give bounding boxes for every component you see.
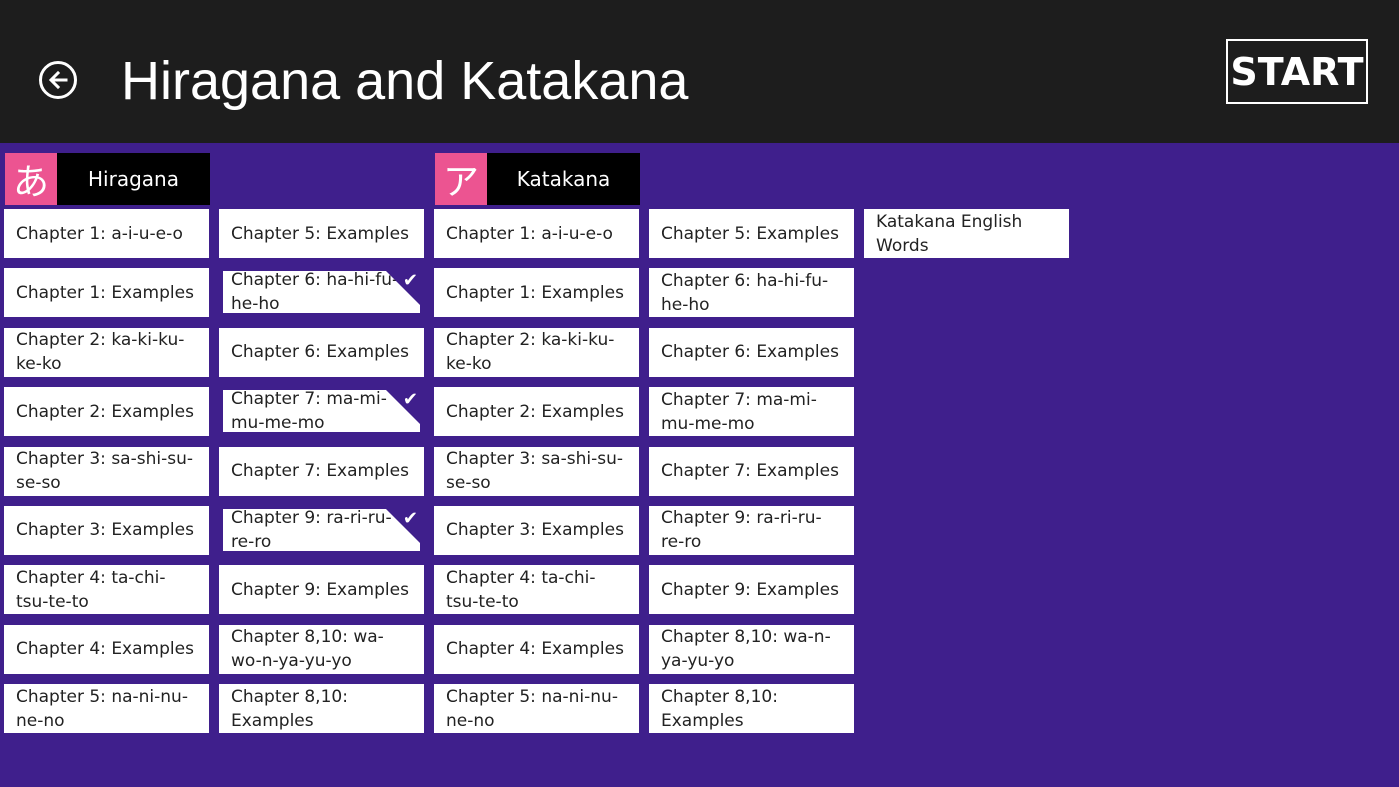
chapter-tile-label: Chapter 5: na-ni-nu-ne-no bbox=[446, 686, 618, 731]
chapter-tile[interactable]: Chapter 9: Examples bbox=[649, 565, 854, 615]
chapter-tile-label: Chapter 8,10: Examples bbox=[661, 686, 778, 731]
hiragana-section-label: Hiragana bbox=[88, 167, 179, 191]
chapter-tile-label: Chapter 2: ka-ki-ku-ke-ko bbox=[16, 330, 185, 375]
chapter-tile-label: Chapter 3: Examples bbox=[16, 520, 194, 541]
chapter-tile[interactable]: Chapter 2: Examples bbox=[434, 387, 639, 437]
hiragana-section-header[interactable]: あ Hiragana bbox=[5, 153, 210, 205]
chapter-tile-label: Chapter 7: ma-mi-mu-me-mo bbox=[661, 389, 817, 434]
chapter-tile[interactable]: Chapter 3: Examples bbox=[434, 505, 639, 555]
chapter-tile[interactable]: Chapter 7: Examples bbox=[649, 446, 854, 496]
hiragana-column-1: Chapter 1: a-i-u-e-o Chapter 1: Examples C… bbox=[4, 209, 209, 744]
katakana-glyph: ア bbox=[435, 153, 487, 205]
chapter-tile-label: Chapter 3: Examples bbox=[446, 520, 624, 541]
chapter-tile[interactable]: Chapter 5: Examples bbox=[219, 209, 424, 258]
chapter-tile-label: Chapter 3: sa-shi-su-se-so bbox=[446, 449, 623, 494]
chapter-tile[interactable]: Chapter 5: na-ni-nu-ne-no bbox=[434, 684, 639, 734]
chapter-tile[interactable]: Chapter 8,10: Examples bbox=[649, 684, 854, 734]
chapter-tile[interactable]: Chapter 7: Examples bbox=[219, 446, 424, 496]
chapter-tile[interactable]: Chapter 3: Examples bbox=[4, 505, 209, 555]
chapter-tile[interactable]: Chapter 7: ma-mi-mu-me-mo bbox=[649, 387, 854, 437]
chapter-tile-label: Chapter 2: ka-ki-ku-ke-ko bbox=[446, 330, 615, 375]
katakana-column-1: Chapter 1: a-i-u-e-o Chapter 1: Examples C… bbox=[434, 209, 639, 744]
chapter-tile[interactable]: Chapter 9: ra-ri-ru-re-ro bbox=[649, 505, 854, 555]
chapter-tile[interactable]: Chapter 2: ka-ki-ku-ke-ko bbox=[4, 327, 209, 377]
top-bar: Hiragana and Katakana START bbox=[0, 0, 1399, 143]
chapter-tile[interactable]: Chapter 9: Examples bbox=[219, 565, 424, 615]
katakana-section-label: Katakana bbox=[516, 167, 611, 191]
checkmark-icon: ✔ bbox=[402, 270, 418, 292]
chapter-tile-label: Chapter 1: Examples bbox=[16, 282, 194, 303]
chapter-tile[interactable]: Chapter 3: sa-shi-su-se-so bbox=[434, 446, 639, 496]
katakana-column-2: Chapter 5: Examples Chapter 6: ha-hi-fu-h… bbox=[649, 209, 854, 744]
chapter-tile[interactable]: Chapter 5: na-ni-nu-ne-no bbox=[4, 684, 209, 734]
hiragana-glyph: あ bbox=[5, 153, 57, 205]
chapter-tile-label: Chapter 7: Examples bbox=[231, 461, 409, 482]
chapter-tile-label: Chapter 7: ma-mi-mu-me-mo bbox=[231, 389, 387, 434]
chapter-tile-label: Chapter 1: a-i-u-e-o bbox=[446, 223, 613, 244]
chapter-tile-label: Chapter 8,10: Examples bbox=[231, 686, 348, 731]
chapter-tile-label: Chapter 4: Examples bbox=[16, 639, 194, 660]
chapter-tile-label: Chapter 5: Examples bbox=[661, 223, 839, 244]
chapter-tile-label: Chapter 6: ha-hi-fu-he-ho bbox=[661, 270, 829, 315]
checkmark-icon: ✔ bbox=[402, 389, 418, 411]
chapter-tile-label: Chapter 8,10: wa-n-ya-yu-yo bbox=[661, 627, 831, 672]
chapter-tile[interactable]: Chapter 1: a-i-u-e-o bbox=[4, 209, 209, 258]
chapter-tile[interactable]: Chapter 9: ra-ri-ru-re-ro ✔ bbox=[219, 505, 424, 555]
chapter-tile[interactable]: Chapter 5: Examples bbox=[649, 209, 854, 258]
chapter-tile[interactable]: Chapter 2: ka-ki-ku-ke-ko bbox=[434, 327, 639, 377]
back-button[interactable] bbox=[39, 61, 77, 99]
chapter-tile[interactable]: Chapter 2: Examples bbox=[4, 387, 209, 437]
chapter-tile[interactable]: Chapter 7: ma-mi-mu-me-mo ✔ bbox=[219, 387, 424, 437]
chapter-tile[interactable]: Chapter 8,10: wa-n-ya-yu-yo bbox=[649, 624, 854, 674]
chapter-tile[interactable]: Chapter 6: ha-hi-fu-he-ho bbox=[649, 268, 854, 318]
chapter-tile-label: Chapter 1: a-i-u-e-o bbox=[16, 223, 183, 244]
chapter-tile-label: Chapter 9: ra-ri-ru-re-ro bbox=[231, 507, 392, 552]
start-button[interactable]: START bbox=[1226, 39, 1368, 104]
chapter-tile-label: Chapter 4: ta-chi-tsu-te-to bbox=[446, 567, 596, 612]
chapter-tile-label: Chapter 5: Examples bbox=[231, 223, 409, 244]
chapter-tile[interactable]: Chapter 6: ha-hi-fu-he-ho ✔ bbox=[219, 268, 424, 318]
katakana-column-3: Katakana English Words bbox=[864, 209, 1069, 268]
chapter-tile[interactable]: Chapter 6: Examples bbox=[219, 327, 424, 377]
chapter-tile[interactable]: Chapter 4: ta-chi-tsu-te-to bbox=[4, 565, 209, 615]
chapter-tile-label: Chapter 6: Examples bbox=[661, 342, 839, 363]
chapter-tile-label: Chapter 9: ra-ri-ru-re-ro bbox=[661, 508, 822, 553]
hiragana-column-2: Chapter 5: Examples Chapter 6: ha-hi-fu-h… bbox=[219, 209, 424, 744]
chapter-tile-label: Chapter 4: Examples bbox=[446, 639, 624, 660]
chapter-tile-label: Chapter 9: Examples bbox=[661, 579, 839, 600]
chapter-tile-label: Chapter 4: ta-chi-tsu-te-to bbox=[16, 567, 166, 612]
chapter-tile[interactable]: Chapter 1: Examples bbox=[4, 268, 209, 318]
chapter-tile-label: Katakana English Words bbox=[876, 211, 1023, 256]
chapter-tile-label: Chapter 9: Examples bbox=[231, 579, 409, 600]
chapter-tile[interactable]: Chapter 1: a-i-u-e-o bbox=[434, 209, 639, 258]
chapter-tile[interactable]: Chapter 4: ta-chi-tsu-te-to bbox=[434, 565, 639, 615]
chapter-tile-label: Chapter 1: Examples bbox=[446, 282, 624, 303]
chapter-tile-label: Chapter 7: Examples bbox=[661, 461, 839, 482]
chapter-tile-label: Chapter 2: Examples bbox=[446, 401, 624, 422]
chapter-tile[interactable]: Chapter 4: Examples bbox=[434, 624, 639, 674]
chapter-tile[interactable]: Chapter 8,10: wa-wo-n-ya-yu-yo bbox=[219, 624, 424, 674]
chapter-tile-label: Chapter 3: sa-shi-su-se-so bbox=[16, 449, 193, 494]
chapter-tile[interactable]: Katakana English Words bbox=[864, 209, 1069, 258]
chapter-tile-label: Chapter 2: Examples bbox=[16, 401, 194, 422]
chapter-tile-label: Chapter 6: ha-hi-fu-he-ho bbox=[231, 270, 399, 315]
back-arrow-icon bbox=[48, 70, 68, 90]
chapter-tile-label: Chapter 8,10: wa-wo-n-ya-yu-yo bbox=[231, 627, 384, 672]
checkmark-icon: ✔ bbox=[402, 507, 418, 529]
chapter-tile[interactable]: Chapter 3: sa-shi-su-se-so bbox=[4, 446, 209, 496]
chapter-tile[interactable]: Chapter 1: Examples bbox=[434, 268, 639, 318]
chapter-tile[interactable]: Chapter 4: Examples bbox=[4, 624, 209, 674]
chapter-tile-label: Chapter 5: na-ni-nu-ne-no bbox=[16, 686, 188, 731]
chapter-tile-label: Chapter 6: Examples bbox=[231, 342, 409, 363]
page-title: Hiragana and Katakana bbox=[121, 51, 689, 111]
chapter-tile[interactable]: Chapter 6: Examples bbox=[649, 327, 854, 377]
katakana-section-header[interactable]: ア Katakana bbox=[435, 153, 640, 205]
chapter-tile[interactable]: Chapter 8,10: Examples bbox=[219, 684, 424, 734]
